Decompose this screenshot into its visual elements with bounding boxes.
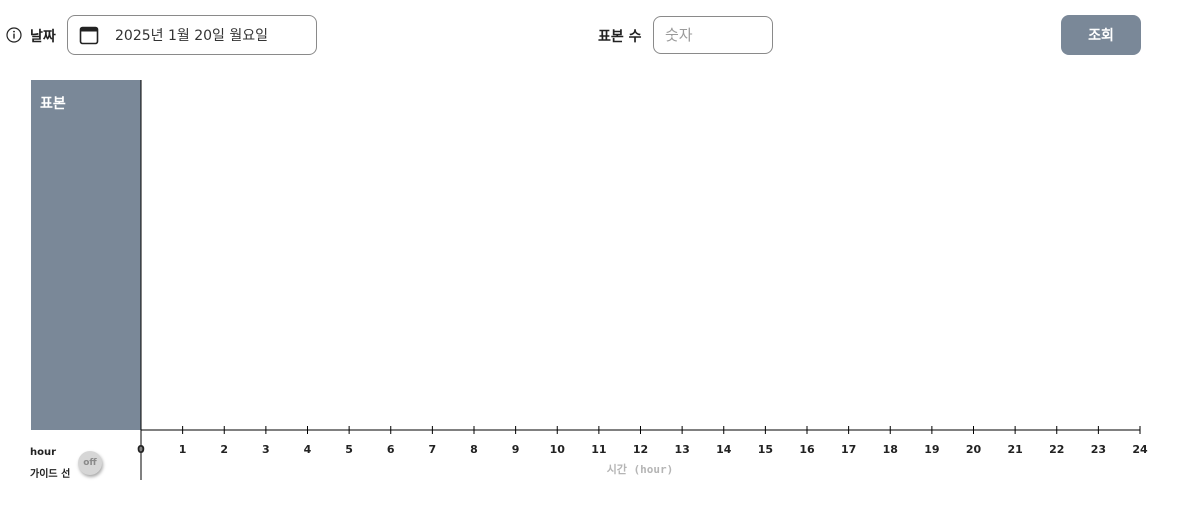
x-axis-tick-label: 1 <box>179 443 187 456</box>
x-axis-tick-label: 16 <box>799 443 815 456</box>
x-axis-tick-label: 8 <box>470 443 478 456</box>
x-axis-tick-label: 24 <box>1132 443 1148 456</box>
x-axis-tick-label: 9 <box>512 443 520 456</box>
x-axis-tick-label: 2 <box>220 443 228 456</box>
x-axis-tick-label: 23 <box>1091 443 1106 456</box>
x-axis-tick-label: 17 <box>841 443 856 456</box>
x-axis-tick-label: 15 <box>758 443 773 456</box>
x-axis-tick-label: 5 <box>345 443 353 456</box>
x-axis-tick-label: 4 <box>304 443 312 456</box>
x-axis-title: 시간 (hour) <box>607 462 674 476</box>
x-axis-tick-label: 11 <box>591 443 606 456</box>
x-axis-tick-label: 0 <box>137 443 145 456</box>
x-axis-tick-label: 18 <box>883 443 898 456</box>
x-axis-tick-label: 3 <box>262 443 270 456</box>
x-axis-tick-label: 13 <box>674 443 689 456</box>
x-axis-tick-label: 6 <box>387 443 395 456</box>
x-axis-tick-label: 19 <box>924 443 939 456</box>
guide-line-label: 가이드 선 <box>30 469 71 480</box>
x-axis-tick-label: 14 <box>716 443 732 456</box>
x-axis-tick-label: 22 <box>1049 443 1064 456</box>
x-axis-tick-label: 12 <box>633 443 648 456</box>
x-axis-tick-label: 7 <box>429 443 437 456</box>
x-axis-tick-label: 21 <box>1007 443 1022 456</box>
guide-line-toggle[interactable]: off <box>78 451 102 475</box>
timeline-chart: 0 1 2 3 4 5 6 7 8 9 10 11 12 13 14 15 16 17 18 19 20 21 22 23 24… <box>137 80 1148 480</box>
x-axis-tick-label: 10 <box>550 443 566 456</box>
x-axis-tick-label: 20 <box>966 443 982 456</box>
hour-label: hour <box>30 447 57 458</box>
